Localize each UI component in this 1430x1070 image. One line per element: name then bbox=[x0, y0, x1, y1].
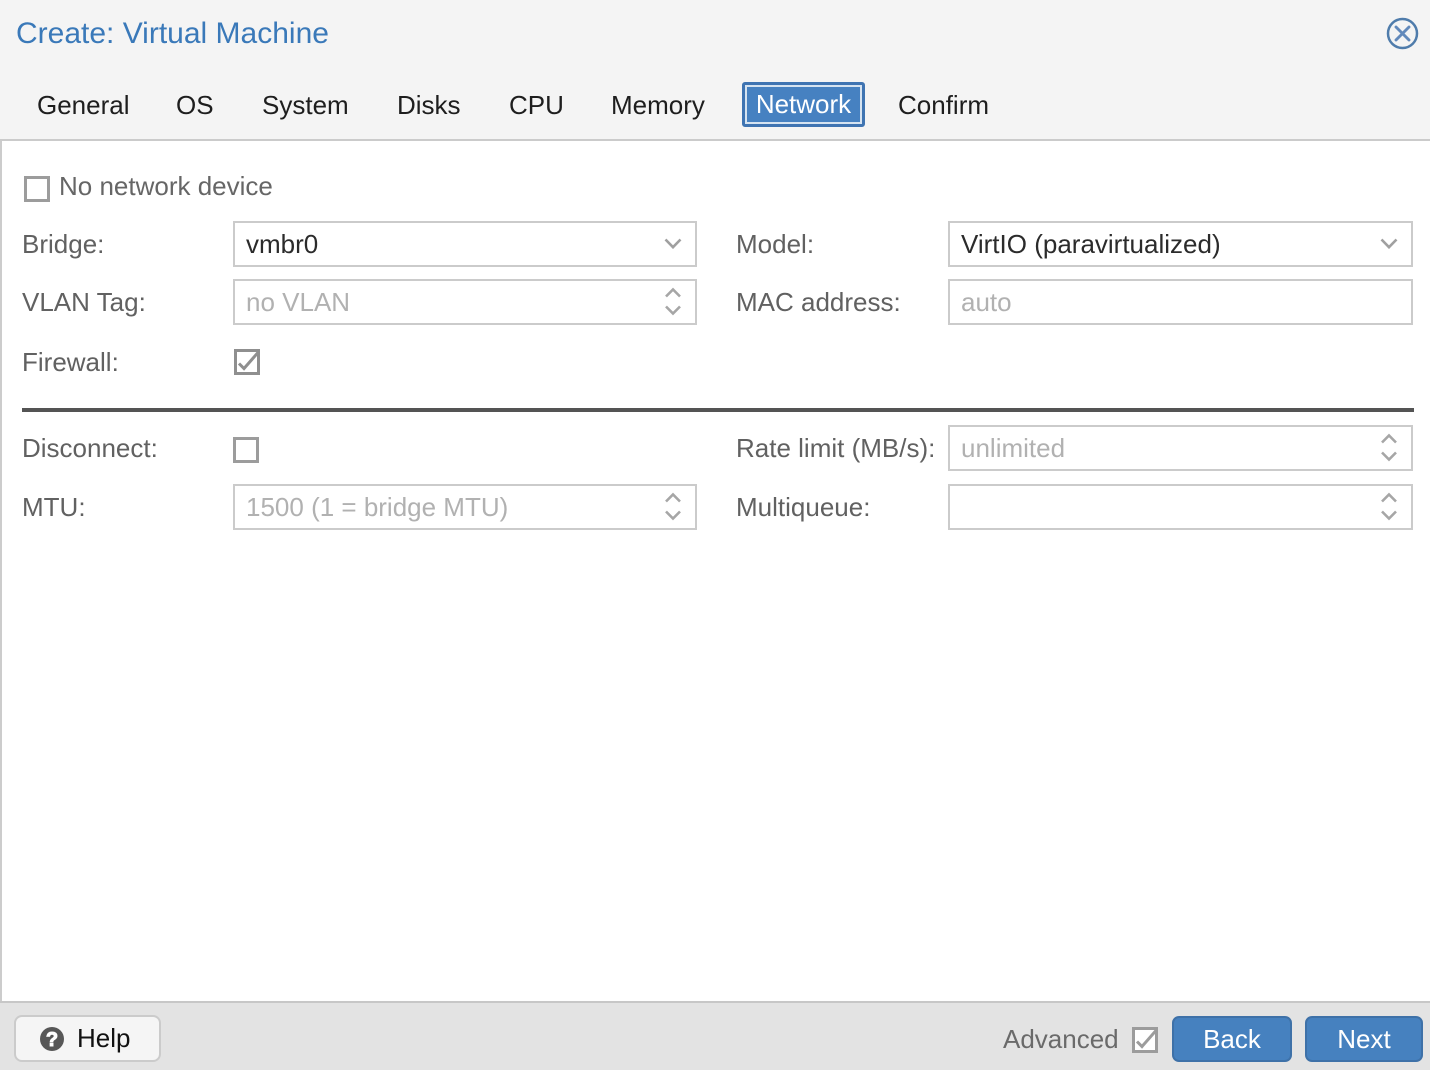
svg-text:?: ? bbox=[46, 1029, 58, 1051]
